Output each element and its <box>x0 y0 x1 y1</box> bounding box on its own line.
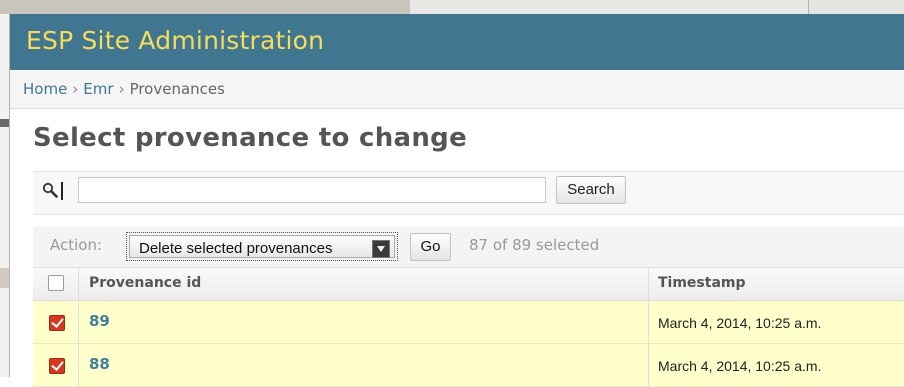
action-select[interactable]: Delete selected provenances <box>126 232 398 261</box>
column-divider <box>78 344 79 386</box>
magnifier-icon <box>42 182 58 198</box>
selected-count: 87 of 89 selected <box>469 236 600 254</box>
column-divider <box>78 268 79 300</box>
column-divider <box>648 268 649 300</box>
breadcrumb: Home › Emr › Provenances <box>10 70 904 109</box>
breadcrumb-separator: › <box>118 80 125 98</box>
browser-tab[interactable] <box>410 0 809 14</box>
table-row: 88 March 4, 2014, 10:25 a.m. <box>33 344 904 387</box>
admin-page: ESP Site Administration Home › Emr › Provena… <box>10 14 904 387</box>
left-window-edge <box>0 14 10 377</box>
row-checkbox[interactable] <box>49 315 65 331</box>
browser-tab-strip <box>0 0 904 14</box>
timestamp-cell: March 4, 2014, 10:25 a.m. <box>658 315 822 331</box>
breadcrumb-emr-link[interactable]: Emr <box>83 80 113 98</box>
table-header: Provenance id Timestamp <box>33 268 904 301</box>
breadcrumb-current: Provenances <box>129 80 225 98</box>
action-label: Action: <box>50 236 103 254</box>
column-header-timestamp[interactable]: Timestamp <box>658 275 746 291</box>
page-title: Select provenance to change <box>33 123 468 153</box>
search-input[interactable] <box>78 177 546 203</box>
search-bar: Search <box>33 171 904 215</box>
actions-bar: Action: Delete selected provenances Go 8… <box>33 227 904 268</box>
edge-marker <box>0 119 9 127</box>
search-button[interactable]: Search <box>556 176 626 204</box>
provenance-id-link[interactable]: 88 <box>89 355 110 373</box>
select-all-checkbox[interactable] <box>48 275 64 291</box>
breadcrumb-home-link[interactable]: Home <box>23 80 67 98</box>
browser-tab[interactable] <box>0 0 411 14</box>
search-divider <box>61 182 63 200</box>
table-row: 89 March 4, 2014, 10:25 a.m. <box>33 301 904 344</box>
column-divider <box>648 301 649 343</box>
timestamp-cell: March 4, 2014, 10:25 a.m. <box>658 358 822 374</box>
edge-marker <box>0 268 9 288</box>
row-checkbox[interactable] <box>49 358 65 374</box>
dropdown-arrow-icon[interactable] <box>372 240 390 258</box>
breadcrumb-separator: › <box>72 80 79 98</box>
column-divider <box>78 301 79 343</box>
column-divider <box>648 344 649 386</box>
site-title[interactable]: ESP Site Administration <box>26 26 324 55</box>
column-header-provenance-id[interactable]: Provenance id <box>89 275 201 291</box>
site-header: ESP Site Administration <box>10 14 904 70</box>
provenance-id-link[interactable]: 89 <box>89 312 110 330</box>
action-select-value: Delete selected provenances <box>139 240 333 257</box>
go-button[interactable]: Go <box>410 233 451 261</box>
